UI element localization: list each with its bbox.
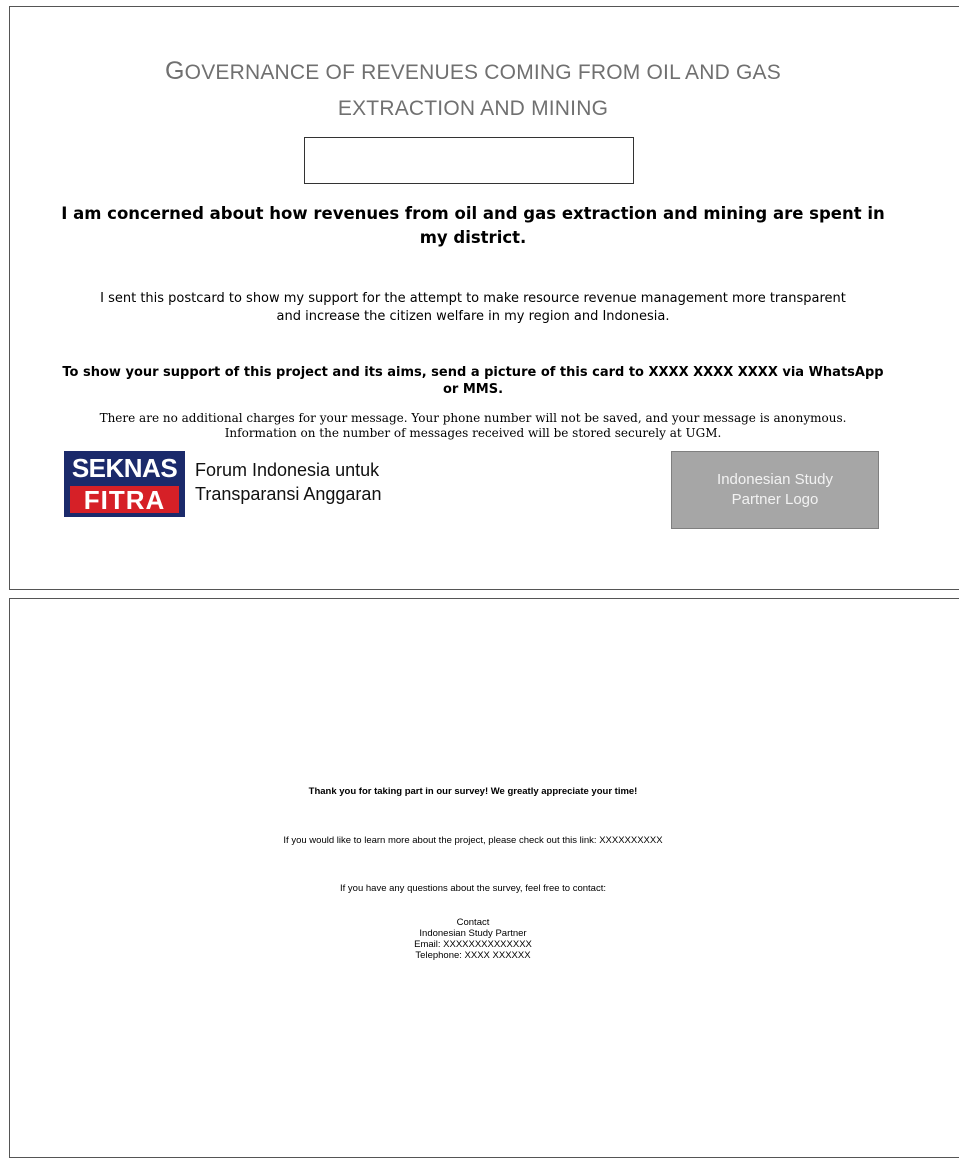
fitra-name-line1: Forum Indonesia untuk [195, 460, 380, 480]
title-line1-text: OVERNANCE OF REVENUES COMING FROM OIL AN… [184, 61, 781, 84]
card-title-line1: GOVERNANCE OF REVENUES COMING FROM OIL A… [10, 53, 936, 91]
contact-telephone: Telephone: XXXX XXXXXX [415, 950, 531, 961]
card-title-line2: EXTRACTION AND MINING [337, 97, 609, 120]
partner-logo-placeholder: Indonesian Study Partner Logo [671, 451, 879, 529]
contact-org: Indonesian Study Partner [419, 928, 527, 939]
title-initial: G [165, 57, 185, 85]
support-statement: I sent this postcard to show my support … [100, 291, 846, 324]
thank-you-message: Thank you for taking part in our survey!… [308, 786, 638, 797]
postcard-back: Thank you for taking part in our survey!… [9, 598, 959, 1158]
contact-block: Contact Indonesian Study Partner Email: … [60, 917, 886, 961]
charges-line1: There are no additional charges for your… [99, 411, 847, 425]
contact-heading: Contact [456, 917, 490, 928]
postcard-front: GOVERNANCE OF REVENUES COMING FROM OIL A… [9, 6, 959, 590]
send-instruction: To show your support of this project and… [62, 365, 884, 397]
seknas-fitra-logo: SEKNAS FITRA [64, 451, 185, 517]
fitra-name-line2: Transparansi Anggaran [195, 484, 382, 504]
learn-more-message: If you would like to learn more about th… [283, 835, 663, 846]
charges-notice: There are no additional charges for your… [60, 411, 886, 441]
contact-email: Email: XXXXXXXXXXXXXX [414, 939, 532, 950]
charges-line2: Information on the number of messages re… [224, 426, 722, 440]
partner-logo-label: Indonesian Study Partner Logo [717, 471, 833, 508]
blank-entry-box [304, 137, 634, 184]
questions-message: If you have any questions about the surv… [340, 883, 606, 894]
concern-statement: I am concerned about how revenues from o… [61, 204, 885, 247]
fitra-organization-name: Forum Indonesia untuk Transparansi Angga… [195, 458, 381, 506]
logo-fitra-text: FITRA [70, 486, 179, 514]
logo-seknas-text: SEKNAS [71, 453, 178, 483]
